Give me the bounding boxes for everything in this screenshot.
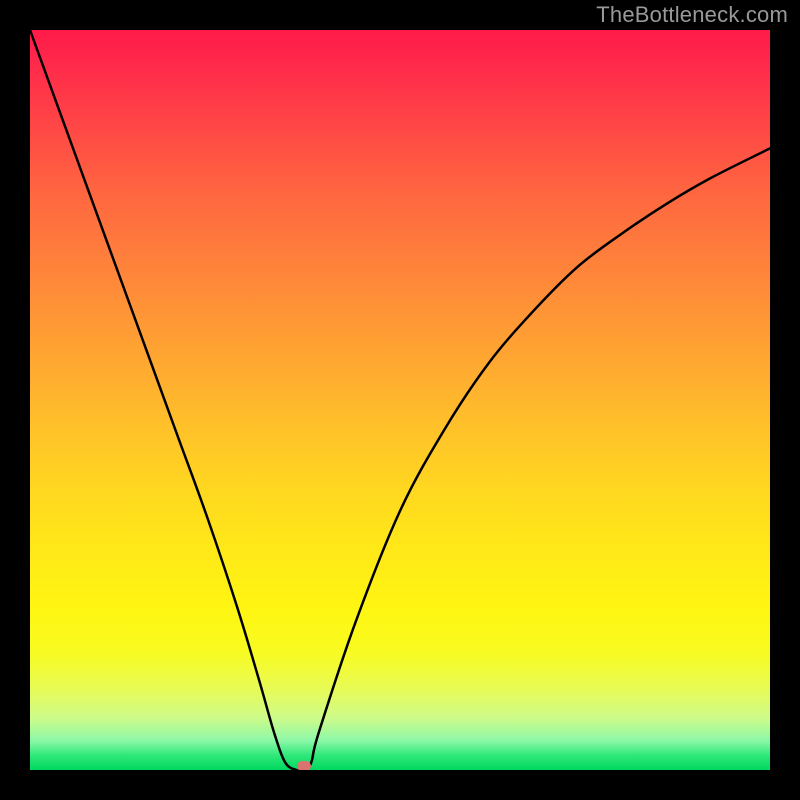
- bottleneck-curve: [30, 30, 770, 770]
- chart-frame: TheBottleneck.com: [0, 0, 800, 800]
- watermark-text: TheBottleneck.com: [596, 2, 788, 28]
- plot-area: [30, 30, 770, 770]
- current-point-marker: [297, 761, 311, 770]
